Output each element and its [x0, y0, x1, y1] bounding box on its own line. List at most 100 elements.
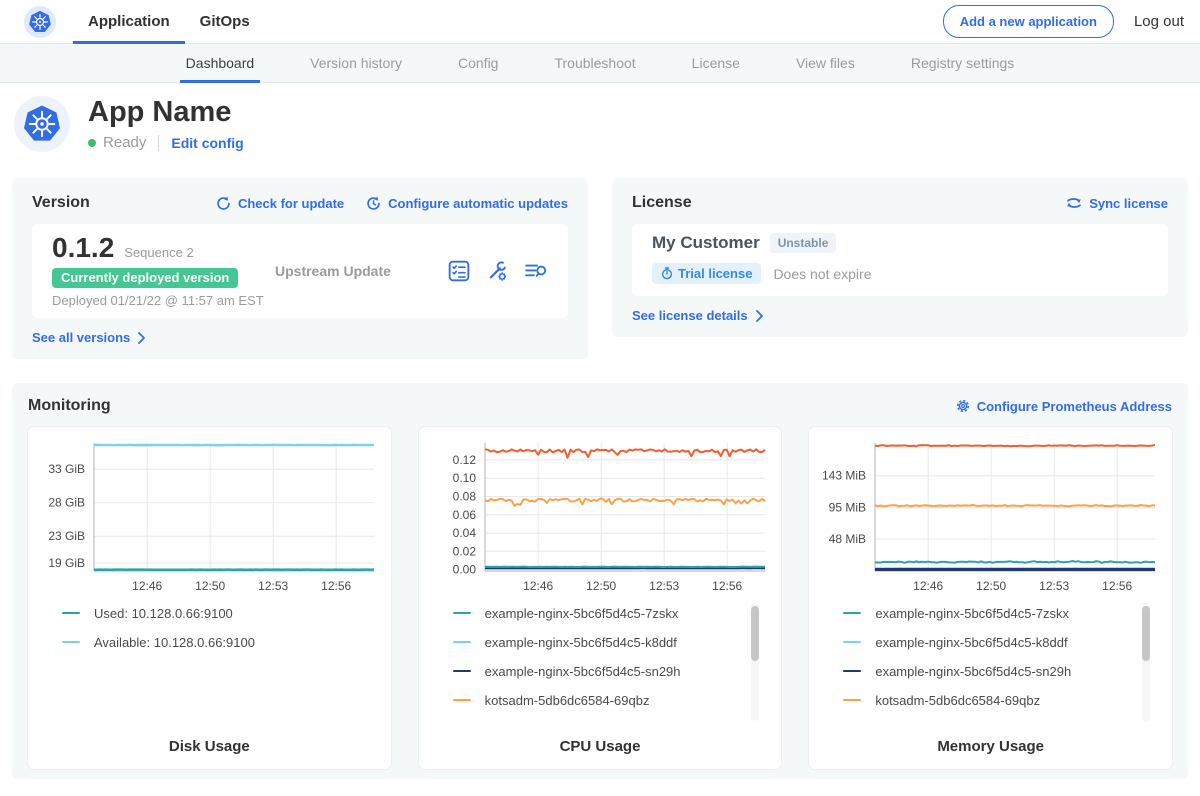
kubernetes-logo: [24, 6, 56, 38]
cpu-usage-chart: 0.000.020.040.060.080.100.1212:4612:5012…: [429, 437, 771, 595]
svg-text:12:53: 12:53: [258, 579, 288, 593]
trial-license-label: Trial license: [678, 266, 752, 281]
currently-deployed-badge: Currently deployed version: [52, 268, 238, 288]
subnav-registry-settings[interactable]: Registry settings: [905, 44, 1020, 82]
refresh-icon: [216, 196, 231, 211]
stopwatch-icon: [661, 267, 673, 280]
config-wrench-icon[interactable]: [486, 260, 508, 282]
legend-entry: kotsadm-5db6dc6584-69qbz: [843, 692, 1162, 708]
see-all-versions-link[interactable]: See all versions: [32, 330, 146, 345]
svg-text:0.04: 0.04: [452, 526, 476, 540]
subnav-version-history[interactable]: Version history: [304, 44, 408, 82]
current-version-card: 0.1.2 Sequence 2 Currently deployed vers…: [32, 224, 568, 318]
svg-text:12:53: 12:53: [1040, 579, 1070, 593]
status-label: Ready: [103, 134, 146, 151]
legend-label: example-nginx-5bc6f5d4c5-7zskx: [485, 606, 679, 621]
svg-text:12:56: 12:56: [321, 579, 351, 593]
memory-usage-legend: example-nginx-5bc6f5d4c5-7zskx example-ng…: [819, 605, 1162, 738]
kubernetes-app-icon: [22, 104, 62, 144]
subnav-view-files[interactable]: View files: [790, 44, 861, 82]
legend-entry: example-nginx-5bc6f5d4c5-sn29h: [453, 663, 772, 679]
chevron-right-icon: [755, 310, 764, 322]
version-card-title: Version: [32, 194, 90, 212]
see-all-versions-label: See all versions: [32, 330, 130, 345]
legend-entry: example-nginx-5bc6f5d4c5-k8ddf: [453, 634, 772, 650]
check-for-update-link[interactable]: Check for update: [216, 196, 344, 211]
cpu-usage-legend: example-nginx-5bc6f5d4c5-7zskx example-ng…: [429, 605, 772, 738]
kubernetes-logo-icon: [28, 10, 52, 34]
svg-text:23 GiB: 23 GiB: [48, 529, 85, 543]
trial-license-badge: Trial license: [652, 263, 761, 284]
disk-usage-chart: 19 GiB23 GiB28 GiB33 GiB12:4612:5012:531…: [38, 437, 380, 595]
svg-text:12:53: 12:53: [649, 579, 679, 593]
preflight-checks-icon[interactable]: [448, 260, 470, 282]
legend-label: example-nginx-5bc6f5d4c5-sn29h: [485, 664, 681, 679]
app-icon: [14, 96, 70, 152]
sync-license-link[interactable]: Sync license: [1066, 196, 1168, 211]
top-navbar: Application GitOps Add a new application…: [0, 0, 1200, 44]
subnav-license[interactable]: License: [686, 44, 746, 82]
tab-application[interactable]: Application: [73, 0, 185, 43]
legend-entry: example-nginx-5bc6f5d4c5-k8ddf: [843, 634, 1162, 650]
legend-swatch: [453, 699, 471, 702]
legend-scrollbar[interactable]: [751, 603, 759, 721]
disk-usage-chart-card: 19 GiB23 GiB28 GiB33 GiB12:4612:5012:531…: [28, 427, 391, 769]
license-details-card: My Customer Unstable Trial license Does …: [632, 224, 1168, 296]
svg-text:12:50: 12:50: [195, 579, 225, 593]
chevron-right-icon: [137, 332, 146, 344]
subnav-dashboard[interactable]: Dashboard: [180, 44, 261, 82]
svg-text:12:46: 12:46: [132, 579, 162, 593]
legend-swatch: [843, 612, 861, 615]
legend-swatch: [843, 699, 861, 702]
svg-text:12:46: 12:46: [914, 579, 944, 593]
legend-entry: kotsadm-5db6dc6584-69qbz: [453, 692, 772, 708]
svg-text:12:50: 12:50: [977, 579, 1007, 593]
legend-scrollbar[interactable]: [1142, 603, 1150, 721]
svg-text:0.00: 0.00: [452, 563, 476, 577]
check-for-update-label: Check for update: [238, 196, 344, 211]
legend-label: example-nginx-5bc6f5d4c5-k8ddf: [485, 635, 677, 650]
status-ready-dot: [88, 139, 96, 147]
gear-icon: [956, 399, 970, 413]
svg-text:28 GiB: 28 GiB: [48, 496, 85, 510]
monitoring-section: Monitoring Configure Prometheus Address …: [12, 383, 1188, 779]
license-expiry: Does not expire: [773, 266, 871, 282]
edit-config-link[interactable]: Edit config: [171, 135, 243, 151]
subnav-config[interactable]: Config: [452, 44, 504, 82]
subnav-troubleshoot[interactable]: Troubleshoot: [548, 44, 641, 82]
configure-automatic-updates-label: Configure automatic updates: [388, 196, 568, 211]
legend-entry: Used: 10.128.0.66:9100: [62, 605, 381, 621]
legend-swatch: [453, 670, 471, 673]
logout-button[interactable]: Log out: [1134, 13, 1184, 30]
tab-gitops[interactable]: GitOps: [185, 0, 265, 43]
cpu-usage-chart-card: 0.000.020.040.060.080.100.1212:4612:5012…: [419, 427, 782, 769]
legend-label: Used: 10.128.0.66:9100: [94, 606, 233, 621]
svg-text:0.08: 0.08: [452, 490, 476, 504]
legend-swatch: [453, 612, 471, 615]
version-sequence: Sequence 2: [124, 245, 193, 260]
svg-text:143 MiB: 143 MiB: [822, 469, 866, 483]
tab-application-label: Application: [88, 13, 170, 30]
legend-label: Available: 10.128.0.66:9100: [94, 635, 255, 650]
configure-automatic-updates-link[interactable]: Configure automatic updates: [366, 196, 568, 211]
legend-label: kotsadm-5db6dc6584-69qbz: [485, 693, 650, 708]
view-diff-icon[interactable]: [524, 260, 548, 282]
deployed-timestamp: Deployed 01/21/22 @ 11:57 am EST: [52, 293, 267, 308]
configure-prometheus-link[interactable]: Configure Prometheus Address: [956, 399, 1172, 414]
cpu-usage-chart-title: CPU Usage: [429, 738, 772, 755]
svg-text:95 MiB: 95 MiB: [829, 501, 866, 515]
memory-usage-chart-title: Memory Usage: [819, 738, 1162, 755]
tab-gitops-label: GitOps: [200, 13, 250, 30]
see-license-details-link[interactable]: See license details: [632, 308, 764, 323]
disk-usage-legend: Used: 10.128.0.66:9100 Available: 10.128.…: [38, 605, 381, 738]
legend-label: example-nginx-5bc6f5d4c5-k8ddf: [875, 635, 1067, 650]
license-card-title: License: [632, 194, 692, 212]
app-header: App Name Ready Edit config: [0, 83, 1200, 170]
svg-text:12:56: 12:56: [712, 579, 742, 593]
add-new-application-button[interactable]: Add a new application: [943, 5, 1114, 38]
monitoring-title: Monitoring: [28, 397, 111, 415]
legend-swatch: [62, 641, 80, 644]
license-card: License Sync license My Customer Unstabl…: [612, 178, 1188, 337]
legend-label: example-nginx-5bc6f5d4c5-7zskx: [875, 606, 1069, 621]
svg-text:12:56: 12:56: [1103, 579, 1133, 593]
